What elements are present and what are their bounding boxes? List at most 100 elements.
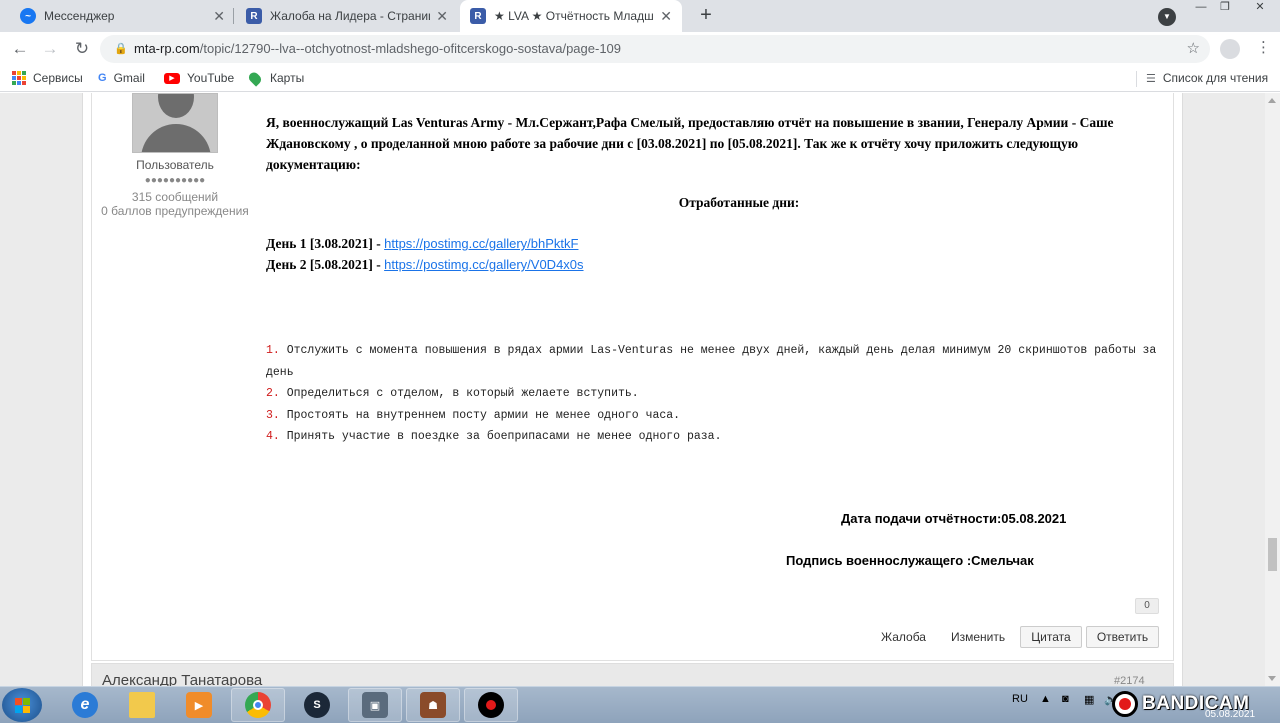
folder-icon <box>129 692 155 718</box>
next-post-id[interactable]: #2174 <box>1114 675 1145 686</box>
menu-icon[interactable]: ⋮ <box>1256 38 1271 56</box>
tab-separator <box>233 8 234 24</box>
avatar-body <box>141 124 211 152</box>
reputation-badge[interactable]: 0 <box>1135 598 1159 614</box>
worked-days-title: Отработанные дни: <box>678 195 800 210</box>
bookmark-label: Gmail <box>113 71 145 85</box>
tray-chevron-icon[interactable]: ▲ <box>1040 693 1051 705</box>
taskbar-game[interactable]: ☗ <box>406 688 460 722</box>
start-button[interactable] <box>2 688 42 722</box>
tab-complaint[interactable]: R Жалоба на Лидера - Страница 1 ✕ <box>236 0 458 32</box>
windows-logo-icon <box>14 697 30 713</box>
bookmark-youtube[interactable]: ▶ YouTube <box>164 71 234 85</box>
tray-app-icon[interactable]: ◙ <box>1062 693 1069 705</box>
maps-icon <box>246 69 264 87</box>
taskbar-media[interactable]: ▶ <box>172 688 226 722</box>
tab-lva-report[interactable]: R ★ LVA ★ Отчётность Младшего ✕ <box>460 0 682 32</box>
taskbar-steam[interactable]: S <box>290 688 344 722</box>
gallery-link[interactable]: https://postimg.cc/gallery/bhPktkF <box>384 236 578 251</box>
avatar[interactable] <box>132 93 218 153</box>
taskbar-ie[interactable]: e <box>58 688 112 722</box>
bookmark-label: Сервисы <box>33 71 83 85</box>
next-post-author[interactable]: Александр Танатарова <box>102 672 262 686</box>
requirement-item: 4. Принять участие в поездке за боеприпа… <box>266 426 1166 448</box>
bookmark-label: YouTube <box>187 71 235 85</box>
requirement-item: 2. Определиться с отделом, в который жел… <box>266 383 1166 405</box>
requirement-item: 1. Отслужить с момента повышения в рядах… <box>266 340 1166 383</box>
quote-button[interactable]: Цитата <box>1020 626 1082 648</box>
back-icon[interactable]: ← <box>8 38 32 62</box>
lock-icon[interactable]: 🔒 <box>114 35 128 63</box>
tab-search-icon[interactable]: ▼ <box>1158 8 1176 26</box>
bookmarks-bar: Сервисы G Gmail ▶ YouTube Карты ☰ Список… <box>0 67 1280 92</box>
submission-date: Дата подачи отчётности:05.08.2021 <box>841 511 1067 526</box>
browser-toolbar: ← → ↻ 🔒 mta-rp.com/topic/12790--lva--otc… <box>0 32 1280 67</box>
reading-list-icon: ☰ <box>1146 72 1156 85</box>
mta-rp-icon: R <box>470 8 486 24</box>
day-entry: День 2 [5.08.2021] - https://postimg.cc/… <box>266 257 584 273</box>
page-viewport: Пользователь ●●●●●●●●●● 315 сообщений 0 … <box>0 93 1265 686</box>
author-rank-pips: ●●●●●●●●●● <box>144 175 206 186</box>
internet-explorer-icon: e <box>72 692 98 718</box>
author-post-count: 315 сообщений <box>131 190 219 204</box>
close-icon[interactable]: ✕ <box>660 8 672 25</box>
chrome-icon <box>245 692 271 718</box>
bookmark-star-icon[interactable]: ☆ <box>1187 35 1200 63</box>
bookmark-gmail[interactable]: G Gmail <box>98 71 145 85</box>
record-icon <box>478 692 504 718</box>
messenger-icon: ~ <box>20 8 36 24</box>
bookmark-maps[interactable]: Карты <box>246 69 304 87</box>
profile-avatar[interactable] <box>1220 39 1240 59</box>
google-icon: G <box>98 72 107 84</box>
new-tab-button[interactable]: + <box>694 4 718 28</box>
windows-taskbar: e ▶ S ▣ ☗ RU ▲ ◙ ▦ 🔈 BANDICAM 05.08.2021 <box>0 686 1280 723</box>
scroll-up-icon[interactable] <box>1268 98 1276 103</box>
address-bar[interactable]: 🔒 mta-rp.com/topic/12790--lva--otchyotno… <box>100 35 1210 63</box>
clock-date[interactable]: 05.08.2021 <box>1205 709 1255 720</box>
day-label: День 2 [5.08.2021] - <box>266 257 385 272</box>
url-path: /topic/12790--lva--otchyotnost-mladshego… <box>199 41 622 56</box>
youtube-icon: ▶ <box>164 72 180 84</box>
gallery-link[interactable]: https://postimg.cc/gallery/V0D4x0s <box>384 257 583 272</box>
requirement-number: 1. <box>266 344 280 357</box>
computer-icon: ▣ <box>362 692 388 718</box>
tray-network-icon[interactable]: ▦ <box>1084 693 1094 706</box>
author-warnings: 0 баллов предупреждения <box>101 204 249 218</box>
tab-messenger[interactable]: ~ Мессенджер ✕ <box>10 0 235 32</box>
taskbar-chrome[interactable] <box>231 688 285 722</box>
reply-button[interactable]: Ответить <box>1086 626 1159 648</box>
scroll-down-icon[interactable] <box>1268 676 1276 681</box>
media-player-icon: ▶ <box>186 692 212 718</box>
close-window-icon[interactable]: ✕ <box>1240 0 1280 16</box>
tab-title: Жалоба на Лидера - Страница 1 <box>270 9 430 23</box>
forward-icon[interactable]: → <box>38 38 62 62</box>
mta-rp-icon: R <box>246 8 262 24</box>
forum-container: Пользователь ●●●●●●●●●● 315 сообщений 0 … <box>82 93 1183 686</box>
close-icon[interactable]: ✕ <box>213 8 225 25</box>
taskbar-explorer[interactable] <box>115 688 169 722</box>
bookmark-services[interactable]: Сервисы <box>12 71 83 85</box>
restore-icon[interactable]: ❐ <box>1210 0 1240 16</box>
reading-list[interactable]: ☰ Список для чтения <box>1146 71 1268 85</box>
taskbar-bandicam[interactable] <box>464 688 518 722</box>
requirements-list: 1. Отслужить с момента повышения в рядах… <box>266 340 1166 448</box>
report-intro: Я, военнослужащий Las Venturas Army - Мл… <box>266 115 1114 172</box>
language-indicator[interactable]: RU <box>1012 693 1028 705</box>
next-post-header: Александр Танатарова #2174 <box>91 663 1174 686</box>
edit-link[interactable]: Изменить <box>951 630 1005 644</box>
url-host: mta-rp.com <box>134 41 200 56</box>
scrollbar-thumb[interactable] <box>1268 538 1277 571</box>
report-link[interactable]: Жалоба <box>881 630 926 644</box>
reload-icon[interactable]: ↻ <box>70 38 94 62</box>
tab-strip: ~ Мессенджер ✕ R Жалоба на Лидера - Стра… <box>0 0 1280 32</box>
requirement-text: Принять участие в поездке за боеприпасам… <box>279 430 722 443</box>
author-role: Пользователь <box>136 158 214 172</box>
steam-icon: S <box>304 692 330 718</box>
game-icon: ☗ <box>420 692 446 718</box>
taskbar-network-app[interactable]: ▣ <box>348 688 402 722</box>
tab-title: ★ LVA ★ Отчётность Младшего <box>494 9 655 23</box>
requirement-number: 2. <box>266 387 280 400</box>
close-icon[interactable]: ✕ <box>436 8 448 25</box>
requirement-text: Определиться с отделом, в который желает… <box>279 387 639 400</box>
page-scrollbar[interactable] <box>1265 93 1280 686</box>
